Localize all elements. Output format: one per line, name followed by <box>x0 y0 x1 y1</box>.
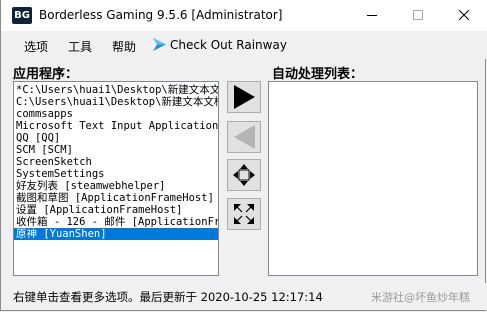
menu-tools[interactable]: 工具 <box>68 38 92 55</box>
expand-arrows-icon <box>234 204 254 224</box>
minimize-button[interactable] <box>349 0 395 31</box>
application-list-item[interactable]: 设置 [ApplicationFrameHost] <box>14 204 218 216</box>
remove-from-auto-list-button[interactable] <box>227 121 261 153</box>
menu-bar: 选项 工具 帮助 Check Out Rainway <box>1 31 487 59</box>
applications-label: 应用程序： <box>13 67 79 82</box>
application-list-item[interactable]: Microsoft Text Input Application [ <box>14 120 218 132</box>
app-logo-icon: BG <box>12 7 32 24</box>
play-arrow-right-icon <box>234 85 255 109</box>
menu-options[interactable]: 选项 <box>24 38 48 55</box>
applications-list[interactable]: *C:\Users\huai1\Desktop\新建文本文档 C:\Users\h… <box>13 81 219 276</box>
application-list-item[interactable]: SCM [SCM] <box>14 144 218 156</box>
close-button[interactable] <box>441 0 487 31</box>
arrow-left-icon <box>234 125 255 149</box>
auto-handle-list-label: 自动处理列表： <box>272 67 364 82</box>
application-list-item[interactable]: SystemSettings <box>14 168 218 180</box>
window-title: Borderless Gaming 9.5.6 [Administrator] <box>39 8 283 22</box>
maximize-icon <box>413 10 423 20</box>
main-window: BG Borderless Gaming 9.5.6 [Administrato… <box>0 0 487 311</box>
title-bar[interactable]: BG Borderless Gaming 9.5.6 [Administrato… <box>1 0 487 31</box>
menu-help[interactable]: 帮助 <box>112 38 136 55</box>
compress-arrows-icon <box>233 164 255 186</box>
application-list-item[interactable]: 原神 [YuanShen] <box>14 228 218 240</box>
application-list-item[interactable]: 截图和草图 [ApplicationFrameHost] <box>14 192 218 204</box>
status-bar: 右键单击查看更多选项。最后更新于 2020-10-25 12:17:14 米游社… <box>1 283 487 310</box>
minimize-icon <box>367 15 377 16</box>
rainway-label: Check Out Rainway <box>170 38 287 52</box>
rainway-logo-icon <box>153 38 166 51</box>
add-to-auto-list-button[interactable] <box>227 81 261 113</box>
application-list-item[interactable]: 好友列表 [steamwebhelper] <box>14 180 218 192</box>
application-list-item[interactable]: commsapps <box>14 108 218 120</box>
close-icon <box>459 10 469 20</box>
application-list-item[interactable]: *C:\Users\huai1\Desktop\新建文本文档 <box>14 84 218 96</box>
application-list-item[interactable]: C:\Users\huai1\Desktop\新建文本文档 <box>14 96 218 108</box>
watermark-text: 米游社@坏鱼炒年糕 <box>371 291 470 304</box>
application-list-item[interactable]: ScreenSketch <box>14 156 218 168</box>
application-list-item[interactable]: QQ [QQ] <box>14 132 218 144</box>
status-text: 右键单击查看更多选项。最后更新于 2020-10-25 12:17:14 <box>13 290 323 304</box>
restore-window-button[interactable] <box>227 198 261 230</box>
auto-handle-list[interactable] <box>268 81 478 276</box>
maximize-button[interactable] <box>395 0 441 31</box>
application-list-item[interactable]: 收件箱 - 126 - 邮件 [ApplicationFra <box>14 216 218 228</box>
make-borderless-button[interactable] <box>227 159 261 191</box>
